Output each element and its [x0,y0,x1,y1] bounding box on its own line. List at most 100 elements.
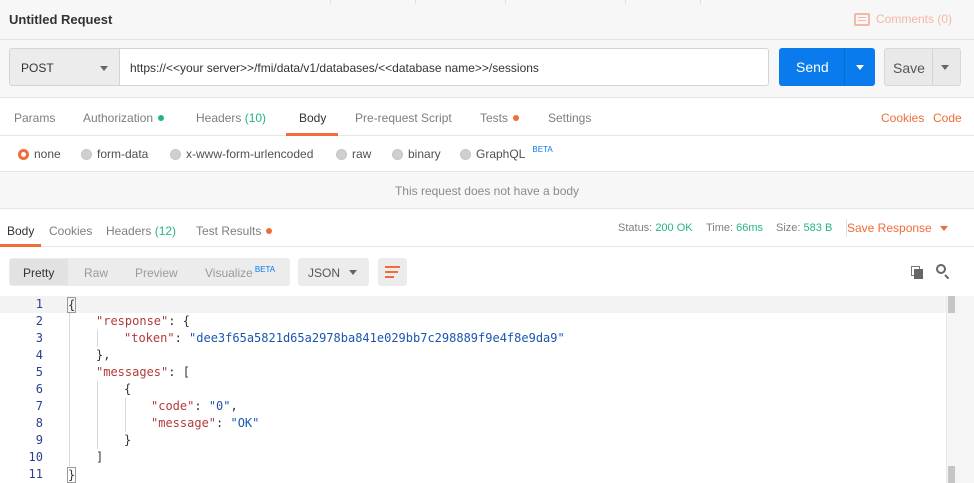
response-tab-cookies[interactable]: Cookies [49,224,92,238]
view-preview[interactable]: Preview [135,266,178,280]
send-label: Send [796,59,829,75]
copy-icon-front [914,269,923,279]
code-line: 11 } [0,466,946,483]
line-number: 4 [35,348,43,362]
headers-count: (10) [244,111,267,125]
method-select[interactable]: POST [9,48,120,86]
code-text: "code": "0", [151,399,238,413]
radio-icon [392,148,403,160]
code-text: ] [96,450,104,464]
tab-divider [415,0,416,4]
radio-urlencoded[interactable]: x-www-form-urlencoded [170,147,313,161]
code-line: 9 } [0,432,946,449]
line-number: 6 [35,382,43,396]
time-label: Time: [706,222,734,234]
save-label: Save [893,60,925,76]
test-results-label: Test Results [196,224,262,238]
send-options-chevron-icon[interactable] [856,65,864,70]
save-response-button[interactable]: Save Response [847,221,948,235]
view-pretty[interactable]: Pretty [23,266,54,280]
no-body-message: This request does not have a body [0,172,974,209]
tab-headers[interactable]: Headers (10) [196,111,266,125]
line-number: 7 [35,399,43,413]
save-divider [932,49,933,85]
cookies-link[interactable]: Cookies [881,111,924,125]
status-dot-icon [513,115,520,121]
radio-graphql-label: GraphQL [476,147,526,161]
tab-settings[interactable]: Settings [548,111,591,125]
url-input[interactable]: https://<<your server>>/fmi/data/v1/data… [120,48,769,86]
method-label: POST [21,61,54,75]
response-view-toolbar: Pretty Raw Preview Visualize BETA JSON [0,247,974,296]
time-value[interactable]: 66ms [736,222,763,234]
visualize-label: Visualize [205,266,253,280]
tab-headers-label: Headers [196,111,242,125]
time-info: Time: 66ms [706,222,763,234]
response-tab-body[interactable]: Body [7,224,34,238]
json-key: "token" [124,331,175,345]
json-key: "response" [96,314,169,328]
code-text: { [124,382,132,396]
no-body-text: This request does not have a body [394,184,580,198]
response-tab-test-results[interactable]: Test Results [196,224,273,238]
comment-icon [853,12,870,26]
request-title[interactable]: Untitled Request [9,12,112,27]
radio-graphql[interactable]: GraphQL BETA [460,144,553,161]
code-link[interactable]: Code [933,111,962,125]
tab-authorization-label: Authorization [83,111,154,125]
send-button[interactable]: Send [779,48,875,86]
line-number: 11 [28,467,43,481]
radio-none[interactable]: none [18,147,61,161]
format-select[interactable]: JSON [298,258,369,286]
json-key: "message" [151,416,217,430]
search-icon-handle [944,274,950,280]
tab-pre-request-script[interactable]: Pre-request Script [355,111,452,125]
status-value[interactable]: 200 OK [655,222,692,234]
tab-authorization[interactable]: Authorization [83,111,165,125]
tab-body[interactable]: Body [299,111,326,125]
search-icon[interactable] [936,264,950,280]
status-dot-icon [158,115,165,121]
line-number: 8 [35,416,43,430]
radio-binary-label: binary [408,147,441,161]
code-line: 4 }, [0,347,946,364]
comments-button[interactable]: Comments (0) [853,12,952,26]
json-string: "OK" [230,416,260,430]
view-visualize[interactable]: Visualize BETA [205,265,275,280]
radio-icon [170,148,181,160]
response-body-editor[interactable]: 1 { 2 "response": { 3 "token": "dee3f65a… [0,296,974,483]
code-text: } [124,433,132,447]
tab-tests[interactable]: Tests [480,111,520,125]
radio-binary[interactable]: binary [392,147,441,161]
tab-params[interactable]: Params [14,111,55,125]
status-dot-icon [266,228,273,234]
scrollbar-thumb[interactable] [948,466,955,483]
json-string: "0" [208,399,231,413]
radio-form-data[interactable]: form-data [81,147,148,161]
comments-label: Comments (0) [875,12,952,26]
editor-scrollbar[interactable] [946,296,974,483]
code-line: 10 ] [0,449,946,466]
code-line: 5 "messages": [ [0,364,946,381]
save-options-chevron-icon[interactable] [941,65,949,70]
size-value[interactable]: 583 B [804,222,833,234]
copy-icon[interactable] [911,266,924,279]
status-label: Status: [618,222,653,234]
code-text: { [67,297,77,313]
wrap-lines-button[interactable] [378,258,407,286]
json-string: "dee3f65a5821d65a2978ba841e029bb7c298889… [189,331,565,345]
scrollbar-thumb[interactable] [948,296,955,313]
radio-none-label: none [34,147,61,161]
view-raw[interactable]: Raw [84,266,108,280]
body-type-options: none form-data x-www-form-urlencoded raw… [0,136,974,172]
response-tab-headers-label: Headers [106,224,152,238]
radio-raw[interactable]: raw [336,147,371,161]
response-tab-headers[interactable]: Headers (12) [106,224,176,238]
beta-badge: BETA [532,144,553,154]
code-text: "token": "dee3f65a5821d65a2978ba841e029b… [124,331,565,345]
tab-tests-label: Tests [480,111,509,125]
save-button[interactable]: Save [884,48,961,86]
radio-raw-label: raw [352,147,372,161]
code-text: "messages": [ [96,365,190,379]
url-text: https://<<your server>>/fmi/data/v1/data… [130,61,539,75]
